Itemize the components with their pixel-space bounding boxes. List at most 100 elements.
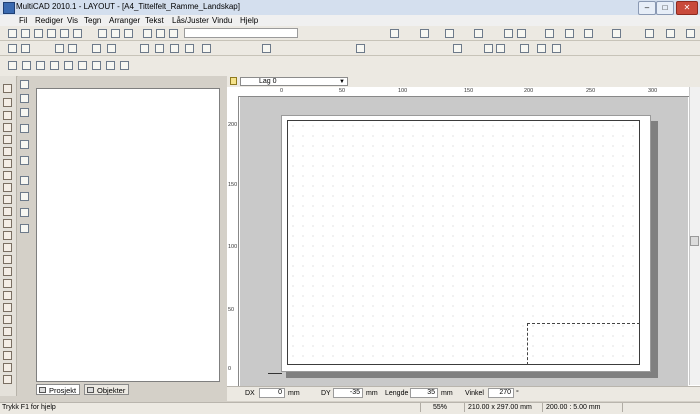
sphere-icon[interactable] bbox=[686, 29, 695, 38]
dx-field[interactable]: 0 bbox=[259, 388, 285, 398]
grid-toggle-icon[interactable] bbox=[474, 29, 483, 38]
hatch-icon[interactable] bbox=[484, 44, 493, 53]
pencil-tool-icon[interactable] bbox=[3, 98, 12, 107]
delete-icon[interactable] bbox=[124, 29, 133, 38]
menu-tekst[interactable]: Tekst bbox=[145, 15, 164, 26]
section-tool-icon[interactable] bbox=[3, 327, 12, 336]
render-tool-icon[interactable] bbox=[3, 351, 12, 360]
dy-field[interactable]: -35 bbox=[333, 388, 363, 398]
panel-view-icon[interactable] bbox=[20, 124, 29, 133]
camera-icon[interactable] bbox=[645, 29, 654, 38]
close-button[interactable]: ✕ bbox=[676, 1, 698, 15]
furniture-tool-icon[interactable] bbox=[3, 279, 12, 288]
panel-filter-icon[interactable] bbox=[20, 176, 29, 185]
menu-arranger[interactable]: Arranger bbox=[109, 15, 140, 26]
zoom-fit-icon[interactable] bbox=[545, 29, 554, 38]
door-tool-icon[interactable] bbox=[3, 135, 12, 144]
stair-tool-icon[interactable] bbox=[3, 159, 12, 168]
panel-layer-icon[interactable] bbox=[20, 94, 29, 103]
3d-extrude-icon[interactable] bbox=[120, 61, 129, 70]
menu-vindu[interactable]: Vindu bbox=[212, 15, 232, 26]
grid-icon[interactable] bbox=[445, 29, 454, 38]
vinkel-field[interactable]: 270 bbox=[488, 388, 514, 398]
lightbulb-icon[interactable] bbox=[230, 77, 237, 85]
grid-tool-icon[interactable] bbox=[3, 111, 12, 120]
electric-tool-icon[interactable] bbox=[3, 303, 12, 312]
dimension-icon[interactable] bbox=[453, 44, 462, 53]
align-right-icon[interactable] bbox=[169, 29, 178, 38]
symbol-tool-icon[interactable] bbox=[3, 255, 12, 264]
measure-icon[interactable] bbox=[520, 44, 529, 53]
text-format-icon[interactable] bbox=[356, 44, 365, 53]
layers-icon[interactable] bbox=[584, 29, 593, 38]
zoom-out-icon[interactable] bbox=[517, 29, 526, 38]
polygon-icon[interactable] bbox=[170, 44, 179, 53]
wall-tool-icon[interactable] bbox=[3, 123, 12, 132]
select-tool-icon[interactable] bbox=[3, 84, 12, 93]
menu-hjelp[interactable]: Hjelp bbox=[240, 15, 258, 26]
panel-object-icon[interactable] bbox=[20, 156, 29, 165]
layer-select[interactable]: Lag 0 ▼ bbox=[240, 77, 348, 86]
render-icon[interactable] bbox=[666, 29, 675, 38]
hatch-tool-icon[interactable] bbox=[3, 267, 12, 276]
panel-search-icon[interactable] bbox=[20, 192, 29, 201]
maximize-button[interactable]: □ bbox=[656, 1, 674, 15]
menu-las-juster[interactable]: Lås/Juster bbox=[172, 15, 209, 26]
panel-sheet-icon[interactable] bbox=[20, 140, 29, 149]
arc-icon[interactable] bbox=[202, 44, 211, 53]
scrollbar-thumb[interactable] bbox=[690, 236, 699, 246]
font-combo[interactable] bbox=[184, 28, 298, 38]
menu-rediger[interactable]: Rediger bbox=[35, 15, 63, 26]
room-tool-icon[interactable] bbox=[3, 219, 12, 228]
marker-icon[interactable] bbox=[552, 44, 561, 53]
pipe-tool-icon[interactable] bbox=[3, 291, 12, 300]
light-icon[interactable] bbox=[537, 44, 546, 53]
menu-tegn[interactable]: Tegn bbox=[84, 15, 101, 26]
text-tool-icon[interactable] bbox=[496, 44, 505, 53]
roof-tool-icon[interactable] bbox=[3, 171, 12, 180]
open-file-icon[interactable] bbox=[21, 29, 30, 38]
3d-wedge-icon[interactable] bbox=[92, 61, 101, 70]
save-icon[interactable] bbox=[34, 29, 43, 38]
rectangle-icon[interactable] bbox=[155, 44, 164, 53]
align-left-icon[interactable] bbox=[143, 29, 152, 38]
minimize-button[interactable]: – bbox=[638, 1, 656, 15]
crosshair-icon[interactable] bbox=[21, 44, 30, 53]
panel-pin-icon[interactable] bbox=[20, 80, 29, 89]
project-tree[interactable] bbox=[36, 88, 220, 382]
tab-objekter[interactable]: Objekter bbox=[84, 384, 130, 395]
view-tool-icon[interactable] bbox=[3, 339, 12, 348]
title-block[interactable] bbox=[527, 323, 640, 365]
beam-tool-icon[interactable] bbox=[3, 195, 12, 204]
print-icon[interactable] bbox=[47, 29, 56, 38]
align-center-icon[interactable] bbox=[156, 29, 165, 38]
undo-icon[interactable] bbox=[98, 29, 107, 38]
menu-vis[interactable]: Vis bbox=[67, 15, 78, 26]
pan-hand-icon[interactable] bbox=[565, 29, 574, 38]
terrain-tool-icon[interactable] bbox=[3, 315, 12, 324]
cut-icon[interactable] bbox=[60, 29, 69, 38]
label-tool-icon[interactable] bbox=[3, 243, 12, 252]
menu-fil[interactable]: Fil bbox=[19, 15, 27, 26]
redo-icon[interactable] bbox=[111, 29, 120, 38]
panel-info-icon[interactable] bbox=[20, 224, 29, 233]
3d-pyramid-icon[interactable] bbox=[78, 61, 87, 70]
properties-icon[interactable] bbox=[612, 29, 621, 38]
frame-icon[interactable] bbox=[107, 44, 116, 53]
circle-snap-icon[interactable] bbox=[55, 44, 64, 53]
slab-tool-icon[interactable] bbox=[3, 207, 12, 216]
zoom-in-icon[interactable] bbox=[420, 29, 429, 38]
panel-tag-icon[interactable] bbox=[20, 208, 29, 217]
snap-icon[interactable] bbox=[390, 29, 399, 38]
3d-cone-icon[interactable] bbox=[64, 61, 73, 70]
layer-tool-icon[interactable] bbox=[3, 363, 12, 372]
zoom-icon[interactable] bbox=[504, 29, 513, 38]
window-tool-icon[interactable] bbox=[3, 147, 12, 156]
point-icon[interactable] bbox=[8, 44, 17, 53]
3d-slab-icon[interactable] bbox=[36, 61, 45, 70]
copy-icon[interactable] bbox=[73, 29, 82, 38]
3d-sphere-icon[interactable] bbox=[106, 61, 115, 70]
square-icon[interactable] bbox=[185, 44, 194, 53]
3d-box-icon[interactable] bbox=[8, 61, 17, 70]
panel-group-icon[interactable] bbox=[20, 108, 29, 117]
